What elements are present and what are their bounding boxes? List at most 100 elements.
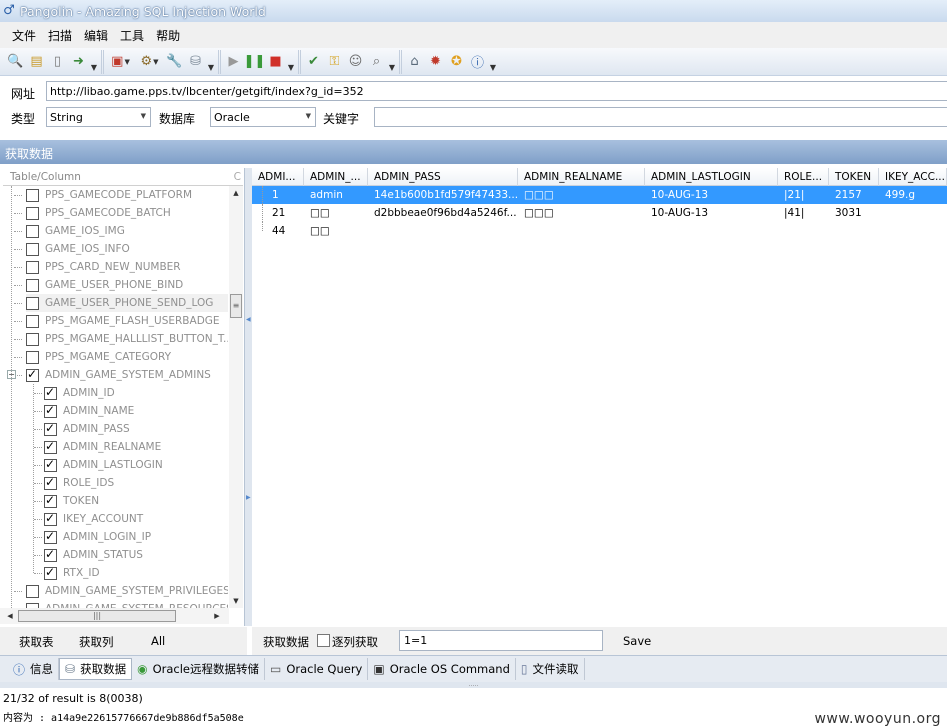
column-header[interactable]: TOKEN xyxy=(829,168,879,186)
tree-column-node[interactable]: ADMIN_LOGIN_IP xyxy=(44,528,228,546)
table-cell[interactable]: 44 xyxy=(266,222,304,240)
tree-checkbox[interactable] xyxy=(26,224,39,238)
tree-column-node[interactable]: ADMIN_PASS xyxy=(44,420,228,438)
table-cell[interactable] xyxy=(879,222,947,240)
tree-checkbox[interactable] xyxy=(44,511,57,526)
tree-column-node[interactable]: RTX_ID xyxy=(44,564,228,582)
scroll-down-icon[interactable]: ▼ xyxy=(229,594,243,608)
column-header[interactable]: ADMIN_REALNAME xyxy=(518,168,645,186)
tree-column-node[interactable]: ADMIN_REALNAME xyxy=(44,438,228,456)
toolbar-overflow-icon[interactable]: ▼ xyxy=(206,52,216,72)
page-icon[interactable]: ▯ xyxy=(47,52,68,72)
tree-column-node[interactable]: ADMIN_ID xyxy=(44,384,228,402)
help-icon[interactable]: ✔ xyxy=(303,52,324,72)
info-icon[interactable]: ⓘ xyxy=(467,52,488,72)
table-cell[interactable] xyxy=(829,222,879,240)
tree-table-node[interactable]: GAME_IOS_IMG xyxy=(26,222,228,240)
tree-table-node[interactable]: GAME_IOS_INFO xyxy=(26,240,228,258)
panel-splitter[interactable]: ◀ ▶ xyxy=(245,168,252,626)
tab-1[interactable]: ⛁ 获取数据 xyxy=(59,658,133,680)
form-dropdown-icon[interactable]: ▣ ▼ xyxy=(106,52,135,72)
tree-checkbox[interactable] xyxy=(26,260,39,274)
tree-checkbox[interactable] xyxy=(44,529,57,544)
tree-checkbox[interactable] xyxy=(44,493,57,508)
tree-column-node[interactable]: IKEY_ACCOUNT xyxy=(44,510,228,528)
key-icon[interactable]: ⚿ xyxy=(324,52,345,72)
play-icon[interactable]: ▶ xyxy=(223,52,244,72)
menu-scan[interactable]: 扫描 xyxy=(42,24,78,47)
tree-checkbox[interactable] xyxy=(44,547,57,562)
by-row-checkbox[interactable] xyxy=(317,634,330,647)
table-cell[interactable] xyxy=(518,222,645,240)
tree-table-node[interactable]: PPS_GAMECODE_PLATFORM xyxy=(26,186,228,204)
tree-checkbox[interactable] xyxy=(44,403,57,418)
tree-column-node[interactable]: ADMIN_NAME xyxy=(44,402,228,420)
tree-checkbox[interactable] xyxy=(26,350,39,364)
table-cell[interactable]: 2157 xyxy=(829,186,879,204)
chevron-down-icon[interactable]: ▼ xyxy=(141,112,146,120)
tab-3[interactable]: ▭ Oracle Query xyxy=(265,658,369,680)
find-icon[interactable]: ⌕ xyxy=(366,52,387,72)
tree-checkbox[interactable] xyxy=(26,242,39,256)
tree-checkbox[interactable] xyxy=(26,206,39,220)
table-cell[interactable]: 14e1b600b1fd579f47433... xyxy=(368,186,518,204)
menu-help[interactable]: 帮助 xyxy=(150,24,186,47)
splitter-grip-icon[interactable]: ▶ xyxy=(246,494,251,502)
scroll-up-icon[interactable]: ▲ xyxy=(229,186,243,200)
tree-table-node[interactable]: PPS_CARD_NEW_NUMBER xyxy=(26,258,228,276)
table-cell[interactable]: □□□ xyxy=(518,186,645,204)
table-cell[interactable]: 21 xyxy=(266,204,304,222)
database-icon[interactable]: ⛁ xyxy=(185,52,206,72)
tree-checkbox[interactable] xyxy=(44,565,57,580)
tree-column-node[interactable]: TOKEN xyxy=(44,492,228,510)
pause-icon[interactable]: ❚❚ xyxy=(244,52,266,72)
tree-column-node[interactable]: ADMIN_LASTLOGIN xyxy=(44,456,228,474)
toolbar-overflow-icon[interactable]: ▼ xyxy=(488,52,498,72)
star-icon[interactable]: ✪ xyxy=(446,52,467,72)
tree-table-node[interactable]: PPS_GAMECODE_BATCH xyxy=(26,204,228,222)
keyword-input[interactable] xyxy=(374,107,947,127)
tree-checkbox[interactable] xyxy=(26,332,39,346)
tree-checkbox[interactable] xyxy=(44,421,57,436)
tree-checkbox[interactable] xyxy=(26,278,39,292)
column-header[interactable]: ADMIN_PASS xyxy=(368,168,518,186)
bug-icon[interactable]: ✹ xyxy=(425,52,446,72)
condition-input[interactable]: 1=1 xyxy=(399,630,603,651)
tree-checkbox[interactable] xyxy=(26,584,39,598)
export-icon[interactable]: ➜ xyxy=(68,52,89,72)
tree-checkbox[interactable] xyxy=(26,367,39,382)
table-cell[interactable]: admin xyxy=(304,186,368,204)
tree-column-node[interactable]: ROLE_IDS xyxy=(44,474,228,492)
table-cell[interactable] xyxy=(778,222,829,240)
tree-table-node[interactable]: GAME_USER_PHONE_BIND xyxy=(26,276,228,294)
tree-column-node[interactable]: ADMIN_STATUS xyxy=(44,546,228,564)
table-cell[interactable]: □□ xyxy=(304,204,368,222)
table-cell[interactable]: d2bbbeae0f96bd4a5246f... xyxy=(368,204,518,222)
splitter-grip-icon[interactable]: ◀ xyxy=(246,316,251,324)
table-cell[interactable]: |41| xyxy=(778,204,829,222)
tree-checkbox[interactable] xyxy=(26,296,39,310)
tree-checkbox[interactable] xyxy=(44,439,57,454)
table-cell[interactable] xyxy=(645,222,778,240)
database-select[interactable]: Oracle ▼ xyxy=(210,107,316,127)
all-button[interactable]: All xyxy=(151,634,165,648)
table-cell[interactable]: □□ xyxy=(304,222,368,240)
table-cell[interactable]: |21| xyxy=(778,186,829,204)
tab-0[interactable]: ⓘ 信息 xyxy=(8,658,60,680)
chevron-down-icon[interactable]: ▼ xyxy=(306,112,311,120)
settings-dropdown-icon[interactable]: ⚙ ▼ xyxy=(135,52,164,72)
column-header[interactable]: ROLE... xyxy=(778,168,829,186)
table-cell[interactable]: 499.g xyxy=(879,186,947,204)
tree-checkbox[interactable] xyxy=(44,457,57,472)
table-row[interactable]: 44 □□ xyxy=(252,222,947,240)
get-data-button[interactable]: 获取数据 xyxy=(263,634,309,650)
scroll-right-icon[interactable]: ▶ xyxy=(210,608,224,624)
table-row[interactable]: 21 □□ d2bbbeae0f96bd4a5246f... □□□ 10-AUG-13… xyxy=(252,204,947,222)
type-select[interactable]: String ▼ xyxy=(46,107,151,127)
table-cell[interactable]: 10-AUG-13 xyxy=(645,204,778,222)
users-icon[interactable]: ☺ xyxy=(345,52,366,72)
tree-checkbox[interactable] xyxy=(44,475,57,490)
tree-vertical-scrollbar[interactable]: ▲ ≡ ▼ xyxy=(229,186,243,608)
table-cell[interactable]: 1 xyxy=(266,186,304,204)
table-cell[interactable]: 3031 xyxy=(829,204,879,222)
